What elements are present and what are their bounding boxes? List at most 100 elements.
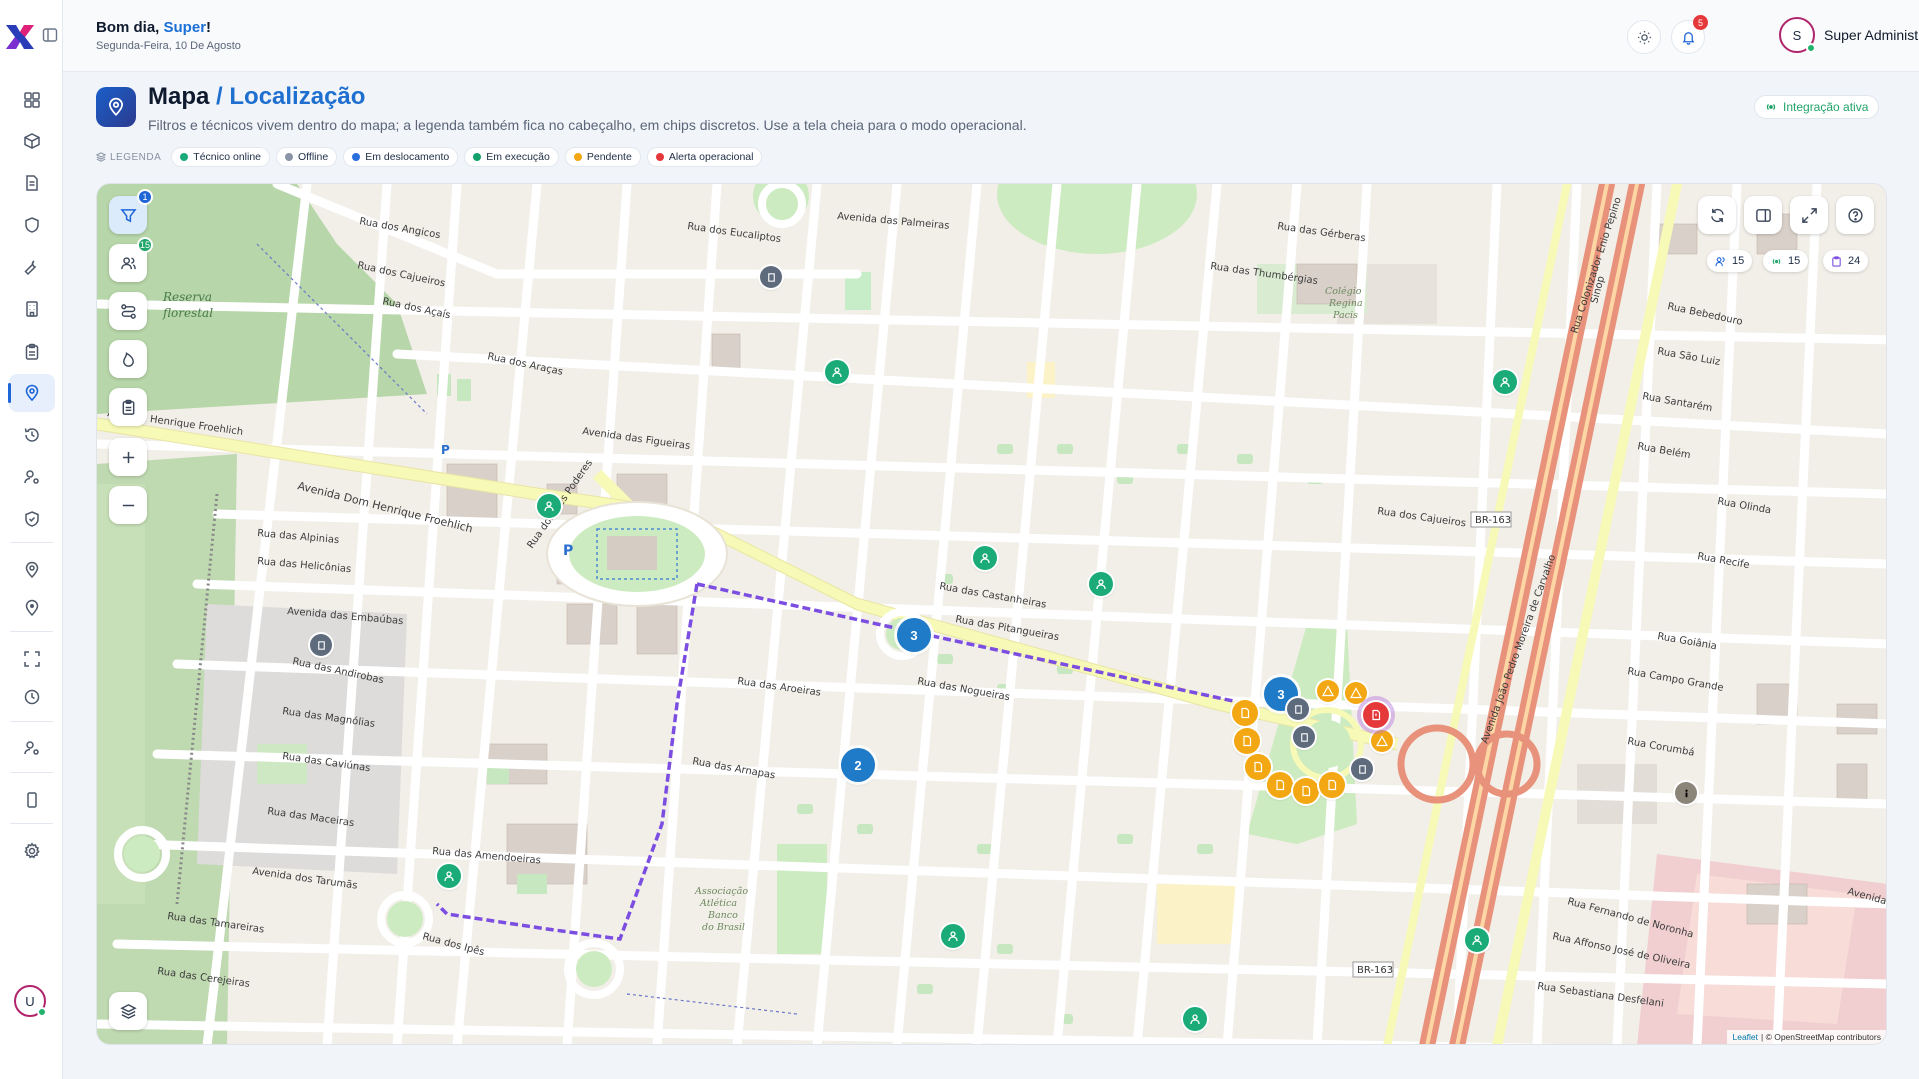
nav-clock[interactable] [9, 678, 55, 716]
offline-marker[interactable] [1293, 726, 1315, 748]
pending-warning-marker[interactable] [1371, 730, 1393, 752]
nav-buildings[interactable] [9, 290, 55, 328]
info-marker[interactable] [1675, 782, 1697, 804]
route-icon [120, 303, 136, 319]
nav-mobile[interactable] [9, 781, 55, 819]
offline-marker[interactable] [310, 634, 332, 656]
nav-scan[interactable] [9, 640, 55, 678]
map-cluster-marker[interactable]: 3 [897, 618, 931, 652]
place-label: Colégio [1325, 286, 1362, 297]
leaflet-link[interactable]: Leaflet [1732, 1032, 1758, 1042]
pending-order-marker[interactable] [1245, 754, 1271, 780]
nav-divider [10, 823, 53, 824]
map-cluster-marker[interactable]: 2 [841, 748, 875, 782]
legend-chip-moving: Em deslocamento [343, 147, 459, 167]
legend-dot [180, 153, 189, 161]
signal-icon [1772, 258, 1781, 264]
user-profile-menu[interactable]: S Super Administ... [1779, 17, 1919, 53]
map-pin-icon [108, 97, 124, 117]
pending-order-marker[interactable] [1234, 728, 1260, 754]
technician-online-marker[interactable] [941, 924, 965, 948]
technician-executing-marker[interactable] [437, 864, 461, 888]
sidebar-collapse-icon[interactable] [42, 27, 58, 43]
greeting-prefix: Bom dia, [96, 19, 160, 36]
technician-executing-marker[interactable] [537, 494, 561, 518]
zoom-out-button[interactable] [109, 486, 147, 524]
notifications-count: 5 [1693, 15, 1708, 30]
nav-history[interactable] [9, 416, 55, 454]
place-label: do Brasil [702, 922, 745, 933]
map-orders-button[interactable] [109, 388, 147, 426]
pending-order-marker[interactable] [1267, 772, 1293, 798]
technician-executing-marker[interactable] [1465, 928, 1489, 952]
technician-executing-marker[interactable] [973, 546, 997, 570]
document-icon [1276, 779, 1285, 791]
notifications-button[interactable]: 5 [1671, 15, 1708, 54]
nav-users-settings[interactable] [9, 458, 55, 496]
online-stat-value: 15 [1788, 255, 1801, 267]
document-icon [1241, 707, 1250, 719]
map-tiles[interactable]: Rua dos Angicos Rua dos Cajueiros Rua do… [97, 184, 1887, 1045]
users-icon [1715, 256, 1725, 266]
technician-online-marker[interactable] [1183, 1007, 1207, 1031]
nav-inventory[interactable] [9, 122, 55, 160]
place-label: Banco [707, 910, 738, 921]
nav-documents[interactable] [9, 164, 55, 202]
sidebar-user-avatar[interactable]: U [14, 985, 47, 1017]
pending-order-marker[interactable] [1319, 772, 1345, 798]
legend-dot [352, 153, 361, 161]
technician-online-marker[interactable] [1089, 572, 1113, 596]
page-description: Filtros e técnicos vivem dentro do mapa;… [148, 117, 1027, 133]
shield-check-icon [25, 511, 39, 527]
nav-dashboard[interactable] [9, 81, 55, 119]
document-icon [1243, 735, 1252, 747]
integration-status-badge: Integração ativa [1754, 95, 1880, 119]
legend-dot [655, 153, 664, 161]
pending-order-marker[interactable] [1232, 700, 1258, 726]
panel-icon [1755, 208, 1771, 222]
pending-order-marker[interactable] [1293, 778, 1319, 804]
place-label: Associação [694, 886, 748, 897]
map-layers-button[interactable] [109, 992, 147, 1030]
map-heatmap-button[interactable] [109, 340, 147, 378]
legend-label: Técnico online [193, 151, 262, 163]
toggle-panel-button[interactable] [1744, 196, 1782, 234]
technician-online-marker[interactable] [1493, 370, 1517, 394]
pending-warning-marker[interactable] [1317, 680, 1339, 702]
technician-executing-marker[interactable] [825, 360, 849, 384]
legend-chip-offline: Offline [276, 147, 338, 167]
orders-stat-value: 24 [1848, 255, 1861, 267]
offline-marker[interactable] [1351, 758, 1373, 780]
nav-map[interactable] [8, 374, 55, 412]
refresh-button[interactable] [1698, 196, 1736, 234]
refresh-icon [1710, 208, 1724, 222]
map-routes-button[interactable] [109, 292, 147, 330]
nav-settings[interactable] [9, 832, 55, 870]
nav-tools[interactable] [9, 248, 55, 286]
nav-team[interactable] [9, 729, 55, 767]
nav-checklists[interactable] [9, 333, 55, 371]
warning-icon [1376, 735, 1388, 747]
fullscreen-button[interactable] [1790, 196, 1828, 234]
offline-marker[interactable] [760, 266, 782, 288]
pending-warning-marker[interactable] [1345, 682, 1367, 704]
nav-geofences[interactable] [9, 589, 55, 627]
nav-security[interactable] [9, 206, 55, 244]
map-technicians-button[interactable]: 15 [109, 237, 153, 282]
warning-icon [1350, 687, 1362, 699]
building-icon [317, 640, 325, 650]
operational-alert-marker[interactable] [1363, 702, 1389, 728]
help-button[interactable] [1836, 196, 1874, 234]
theme-toggle-button[interactable] [1627, 20, 1661, 54]
app-logo[interactable] [2, 21, 38, 53]
nav-locations[interactable] [9, 551, 55, 589]
sidebar: U [0, 0, 63, 1079]
map-container[interactable]: Rua dos Angicos Rua dos Cajueiros Rua do… [96, 183, 1887, 1045]
zoom-in-button[interactable] [109, 438, 147, 476]
nav-compliance[interactable] [9, 500, 55, 538]
offline-marker[interactable] [1287, 698, 1309, 720]
map-filter-button[interactable]: 1 [109, 189, 153, 234]
nav-divider [10, 772, 53, 773]
user-icon [1190, 1014, 1200, 1025]
expand-icon [1801, 207, 1817, 223]
